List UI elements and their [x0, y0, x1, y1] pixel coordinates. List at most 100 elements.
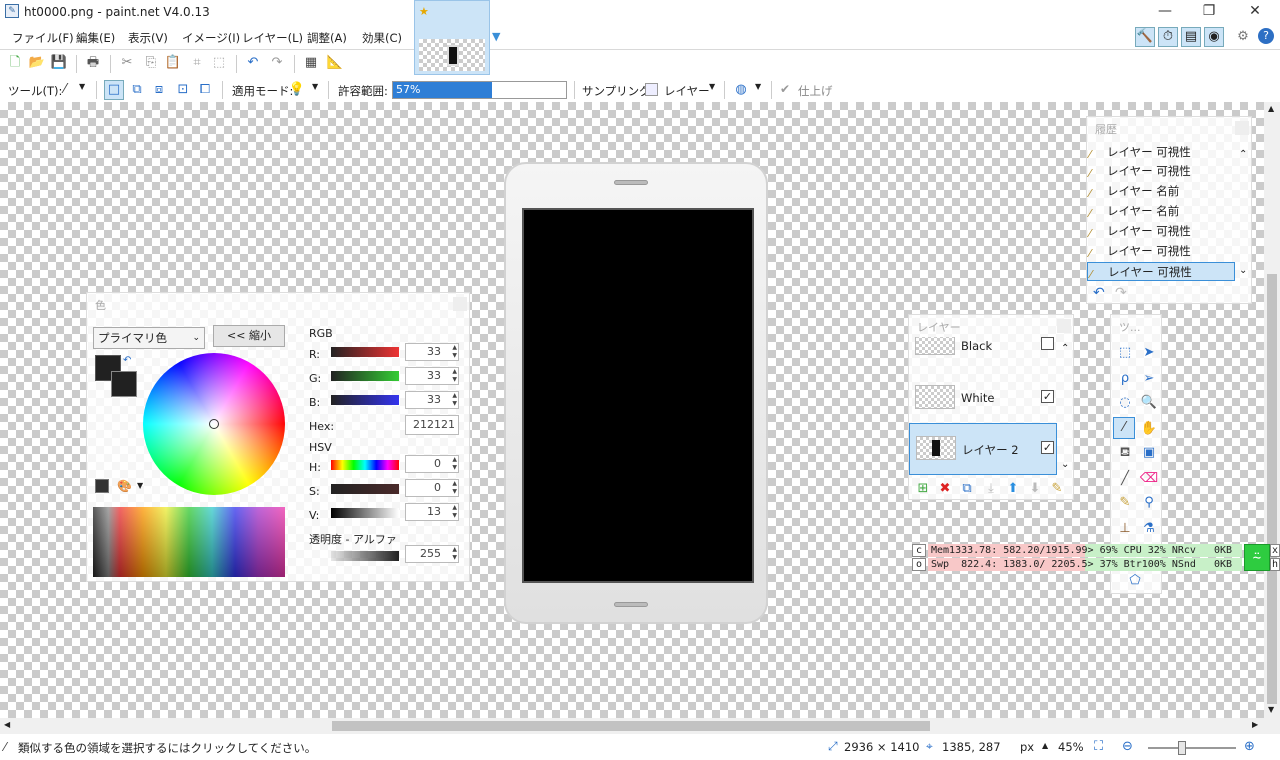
ellipse-select-icon[interactable]: ◌: [1115, 393, 1135, 413]
close-icon[interactable]: [453, 297, 467, 311]
monitor-key-o[interactable]: o: [912, 558, 926, 571]
saturation-input[interactable]: 0: [405, 479, 459, 497]
monitor-key-c[interactable]: c: [912, 544, 926, 557]
close-icon[interactable]: [1235, 121, 1249, 135]
open-icon[interactable]: 📂: [28, 54, 46, 72]
new-icon[interactable]: 🗋: [6, 54, 24, 72]
red-input[interactable]: 33: [405, 343, 459, 361]
tolerance-slider[interactable]: 57%: [392, 81, 567, 99]
scroll-down-icon[interactable]: ▼: [1268, 705, 1274, 714]
move-layer-down-icon[interactable]: ⬇: [1025, 479, 1045, 499]
palette-menu-icon[interactable]: 🎨: [117, 479, 132, 493]
alpha-slider[interactable]: [331, 551, 399, 561]
unit-selector[interactable]: px: [1020, 740, 1034, 754]
scroll-up-icon[interactable]: ⌃: [1061, 343, 1069, 354]
hex-input[interactable]: 212121: [405, 415, 459, 435]
menu-layer[interactable]: レイヤー(L): [242, 30, 303, 46]
selection-invert-icon[interactable]: ⧠: [196, 81, 214, 99]
magic-wand-tool-icon[interactable]: ⁄: [1113, 417, 1135, 439]
menu-effects[interactable]: 効果(C): [362, 30, 402, 46]
paintbrush-icon[interactable]: ╱: [1115, 469, 1135, 489]
move-selection-icon[interactable]: ➤: [1139, 343, 1159, 363]
green-slider[interactable]: [331, 371, 399, 381]
copy-icon[interactable]: ⎘: [142, 54, 160, 72]
deselect-icon[interactable]: ⬚: [210, 54, 228, 72]
cut-icon[interactable]: ✂: [118, 54, 136, 72]
sampling-value[interactable]: レイヤー: [664, 83, 710, 99]
menu-view[interactable]: 表示(V): [128, 30, 168, 46]
delete-layer-icon[interactable]: ✖: [935, 479, 955, 499]
value-slider[interactable]: [331, 508, 399, 518]
tab-list-dropdown-icon[interactable]: ▼: [492, 30, 500, 43]
merge-down-icon[interactable]: ⤓: [981, 479, 1001, 499]
vertical-scroll-thumb[interactable]: [1267, 274, 1277, 704]
scroll-left-icon[interactable]: ◀: [4, 720, 10, 729]
duplicate-layer-icon[interactable]: ⧉: [957, 479, 977, 499]
layer-visibility-checkbox[interactable]: [1041, 337, 1054, 350]
monitor-close-button[interactable]: x: [1270, 544, 1280, 557]
maximize-button[interactable]: ❐: [1186, 0, 1232, 24]
fit-window-icon[interactable]: ⛶: [1094, 739, 1103, 754]
layer-row-selected[interactable]: レイヤー 2 ✓: [909, 423, 1057, 475]
horizontal-scrollbar[interactable]: ◀ ▶: [0, 718, 1264, 734]
hue-slider[interactable]: [331, 460, 399, 470]
zoom-icon[interactable]: 🔍: [1139, 393, 1159, 413]
history-item[interactable]: ⁄ レイヤー 名前: [1087, 202, 1235, 221]
swap-colors-icon[interactable]: ↶: [123, 355, 131, 366]
hue-input[interactable]: 0: [405, 455, 459, 473]
scroll-up-icon[interactable]: ⌃: [1239, 149, 1247, 160]
add-layer-icon[interactable]: ⊞: [913, 479, 933, 499]
redo-icon[interactable]: ↷: [1115, 285, 1127, 301]
layer-row-white[interactable]: White ✓: [909, 373, 1061, 423]
help-icon[interactable]: ?: [1258, 28, 1274, 44]
ruler-icon[interactable]: 📐: [326, 54, 344, 72]
horizontal-scroll-thumb[interactable]: [332, 721, 930, 731]
scroll-up-icon[interactable]: ▲: [1268, 104, 1274, 113]
add-palette-color-icon[interactable]: [95, 479, 109, 493]
history-item[interactable]: ⁄ レイヤー 可視性: [1087, 222, 1235, 241]
scroll-right-icon[interactable]: ▶: [1252, 720, 1258, 729]
selection-exclude-icon[interactable]: ⧈: [150, 81, 168, 99]
paint-bucket-icon[interactable]: ⛾: [1115, 443, 1135, 463]
magic-wand-icon[interactable]: ⁄: [56, 81, 74, 99]
chevron-down-icon[interactable]: ▼: [137, 481, 143, 490]
scroll-down-icon[interactable]: ⌄: [1061, 459, 1069, 470]
selection-intersect-icon[interactable]: ⊡: [174, 81, 192, 99]
layer-visibility-checkbox[interactable]: ✓: [1041, 390, 1054, 403]
history-item-selected[interactable]: ⁄ レイヤー 可視性: [1087, 262, 1235, 281]
history-item[interactable]: ⁄ レイヤー 可視性: [1087, 162, 1235, 181]
saturation-slider[interactable]: [331, 484, 399, 494]
close-icon[interactable]: [1057, 319, 1071, 333]
grid-icon[interactable]: ▦: [302, 54, 320, 72]
menu-image[interactable]: イメージ(I): [182, 30, 240, 46]
move-layer-up-icon[interactable]: ⬆: [1003, 479, 1023, 499]
blue-input[interactable]: 33: [405, 391, 459, 409]
chevron-down-icon[interactable]: ▼: [79, 82, 85, 91]
color-picker-icon[interactable]: ⚲: [1139, 493, 1159, 513]
menu-adjust[interactable]: 調整(A): [307, 30, 347, 46]
color-palette[interactable]: [93, 507, 285, 577]
red-slider[interactable]: [331, 347, 399, 357]
secondary-color-swatch[interactable]: [111, 371, 137, 397]
monitor-smiley-icon[interactable]: ⍨: [1244, 544, 1270, 571]
selection-union-icon[interactable]: ⧉: [128, 81, 146, 99]
zoom-out-icon[interactable]: ⊖: [1122, 739, 1133, 754]
pencil-icon[interactable]: ✎: [1115, 493, 1135, 513]
zoom-in-icon[interactable]: ⊕: [1244, 739, 1255, 754]
menu-file[interactable]: ファイル(F): [12, 30, 74, 46]
finish-button[interactable]: 仕上げ: [798, 83, 833, 99]
lightbulb-icon[interactable]: 💡: [288, 81, 306, 99]
chevron-down-icon[interactable]: ▼: [312, 82, 318, 91]
tools-window-toggle-icon[interactable]: 🔨: [1135, 27, 1155, 47]
color-wheel-handle[interactable]: [209, 419, 219, 429]
menu-edit[interactable]: 編集(E): [76, 30, 115, 46]
rectangle-select-icon[interactable]: ⬚: [1115, 343, 1135, 363]
blue-slider[interactable]: [331, 395, 399, 405]
move-selected-icon[interactable]: ➢: [1139, 369, 1159, 389]
eraser-icon[interactable]: ⌫: [1139, 469, 1159, 489]
layer-row-black[interactable]: Black: [909, 337, 1061, 355]
layer-properties-icon[interactable]: ✎: [1047, 479, 1067, 499]
zoom-slider-thumb[interactable]: [1178, 741, 1186, 755]
scroll-down-icon[interactable]: ⌄: [1239, 265, 1247, 276]
shapes-icon[interactable]: ⬠: [1125, 571, 1145, 591]
